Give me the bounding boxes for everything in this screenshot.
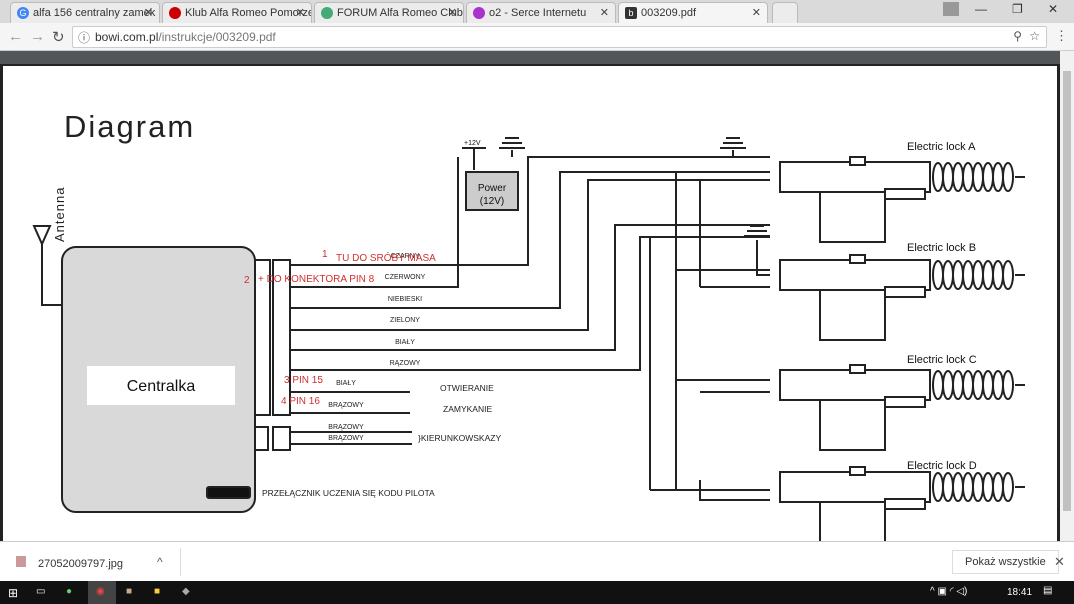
wire-label: BRĄZOWY [328, 424, 364, 431]
tab-title: 003209.pdf [641, 7, 697, 19]
star-icon[interactable]: ☆ [1029, 29, 1040, 43]
switch-icon [206, 486, 251, 499]
pdf-icon: b [625, 7, 637, 19]
chevron-up-icon[interactable]: ^ [157, 555, 163, 569]
annotation: 2 [244, 275, 250, 286]
wire-label: RĄZOWY [390, 360, 421, 367]
switch-label: PRZEŁĄCZNIK UCZENIA SIĘ KODU PILOTA [262, 488, 435, 498]
url-path: /instrukcje/003209.pdf [158, 30, 276, 44]
plus12-label: +12V [464, 140, 481, 147]
scrollbar-thumb[interactable] [1063, 71, 1071, 511]
new-tab-button[interactable] [772, 2, 798, 23]
reload-icon[interactable]: ↻ [52, 28, 65, 46]
unit-label: Centralka [127, 378, 196, 395]
electric-lock-c [779, 364, 1025, 451]
chrome-icon[interactable]: ◉ [88, 581, 116, 604]
tab-title: alfa 156 centralny zamek [33, 7, 156, 19]
download-bar: 27052009797.jpg ^ Pokaż wszystkie ✕ [0, 541, 1074, 581]
wire-label: BRĄZOWY [328, 435, 364, 442]
lock-label: Electric lock B [907, 242, 976, 254]
wire-label: BIAŁY [395, 339, 415, 346]
tab-title: o2 - Serce Internetu [489, 7, 587, 19]
tab-4[interactable]: o2 - Serce Internetu ✕ [466, 2, 616, 23]
wire-label: CZERWONY [385, 274, 426, 281]
wire-label: BRĄZOWY [328, 402, 364, 409]
electric-lock-d [779, 466, 1025, 541]
wire-label: ZIELONY [390, 317, 420, 324]
tab-3[interactable]: FORUM Alfa Romeo Club ✕ [314, 2, 464, 23]
forum-icon [321, 7, 333, 19]
lock-label: Electric lock D [907, 460, 977, 472]
tab-2[interactable]: Klub Alfa Romeo Pomorze ✕ [162, 2, 312, 23]
info-icon: ⓘ [78, 31, 91, 45]
download-item[interactable]: 27052009797.jpg [38, 558, 123, 570]
close-icon[interactable]: ✕ [448, 6, 457, 19]
lock-label: Electric lock A [907, 141, 976, 153]
wire-label: BIAŁY [336, 380, 356, 387]
toolbar: ← → ↻ ⓘ bowi.com.pl/instrukcje/003209.pd… [0, 23, 1074, 51]
file-explorer-icon[interactable]: ■ [154, 586, 160, 597]
annotation: 4 PIN 16 [281, 396, 320, 407]
profile-icon[interactable] [943, 2, 959, 16]
function-label: }KIERUNKOWSKAZY [418, 433, 501, 443]
task-view-icon[interactable]: ▭ [36, 586, 45, 597]
ground-icon [499, 137, 770, 237]
alfa-romeo-icon [169, 7, 181, 19]
annotation: 1 [322, 249, 328, 260]
taskbar: ⊞ ▭ ● ◉ ■ ■ ◆ ^ ▣ ◜ ◁) 18:41 ▤ [0, 581, 1074, 604]
close-icon[interactable]: ✕ [144, 6, 153, 19]
close-icon[interactable]: ✕ [752, 6, 761, 19]
tab-title: Klub Alfa Romeo Pomorze [185, 7, 312, 19]
url-host: bowi.com.pl [95, 30, 159, 44]
tab-1[interactable]: Galfa 156 centralny zamek ✕ [10, 2, 160, 23]
wiring-diagram: Diagram Antenna Centralka Power (12V) +1… [32, 109, 1025, 541]
antenna-label: Antenna [52, 187, 67, 242]
annotation: TU DO SRÓBY MASA [336, 251, 436, 264]
annotation: + DO KONEKTORA PIN 8 [258, 274, 375, 285]
scrollbar[interactable] [1060, 51, 1074, 541]
tab-5[interactable]: b 003209.pdf ✕ [618, 2, 768, 23]
notifications-icon[interactable]: ▤ [1043, 585, 1052, 596]
close-icon[interactable]: ✕ [1054, 554, 1065, 570]
google-icon: G [17, 7, 29, 19]
menu-icon[interactable]: ⋮ [1055, 28, 1068, 44]
power-label: Power [478, 183, 507, 194]
close-icon[interactable]: ✕ [296, 6, 305, 19]
function-label: OTWIERANIE [440, 383, 494, 393]
tab-bar: Galfa 156 centralny zamek ✕ Klub Alfa Rom… [0, 0, 1074, 23]
lock-label: Electric lock C [907, 354, 977, 366]
forward-icon[interactable]: → [30, 28, 45, 45]
tab-title: FORUM Alfa Romeo Club [337, 7, 463, 19]
windows-start-icon[interactable]: ⊞ [8, 586, 18, 600]
electric-lock-b [779, 254, 1025, 341]
o2-icon [473, 7, 485, 19]
power-voltage: (12V) [480, 196, 504, 207]
clock[interactable]: 18:41 [1007, 587, 1032, 598]
wire-label: NIEBIESKI [388, 296, 422, 303]
app-icon[interactable]: ◆ [182, 586, 190, 597]
image-file-icon [16, 556, 26, 567]
app-icon[interactable]: ● [66, 586, 72, 597]
address-bar[interactable]: ⓘ bowi.com.pl/instrukcje/003209.pdf ⚲ ☆ [72, 26, 1047, 48]
show-all-button[interactable]: Pokaż wszystkie [952, 550, 1059, 574]
maximize-button[interactable]: ❐ [1012, 2, 1023, 16]
minimize-button[interactable]: — [975, 2, 987, 16]
zoom-icon[interactable]: ⚲ [1013, 29, 1022, 43]
back-icon[interactable]: ← [8, 28, 23, 45]
app-icon[interactable]: ■ [126, 586, 132, 597]
close-window-button[interactable]: ✕ [1048, 2, 1058, 16]
diagram-title: Diagram [64, 109, 195, 144]
annotation: 3 PIN 15 [284, 375, 323, 386]
electric-lock-a [779, 156, 1025, 243]
close-icon[interactable]: ✕ [600, 6, 609, 19]
tray-icons[interactable]: ^ ▣ ◜ ◁) [930, 586, 967, 597]
function-label: ZAMYKANIE [443, 404, 492, 414]
